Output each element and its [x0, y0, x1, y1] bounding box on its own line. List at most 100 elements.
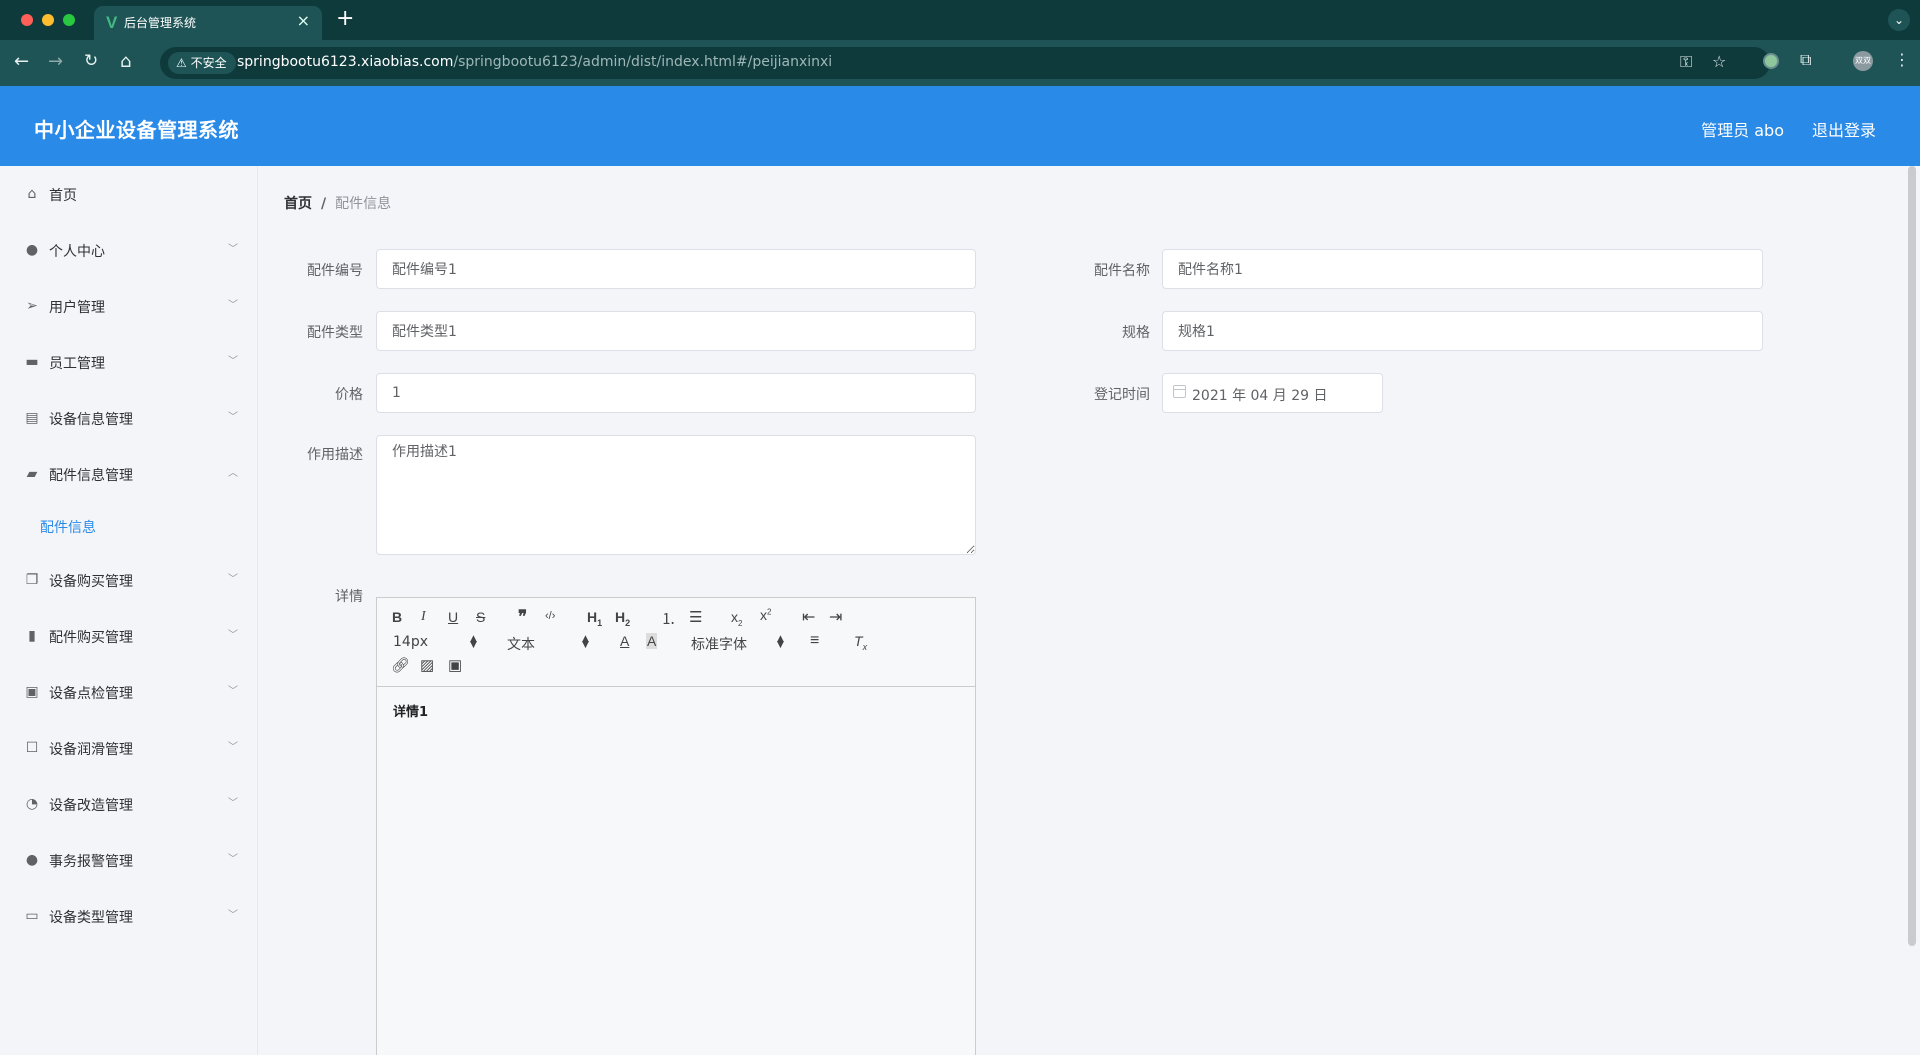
sidebar-item-label: 设备购买管理 [49, 574, 133, 590]
sidebar-item-employee-management[interactable]: ▬ 员工管理 ﹀ [0, 343, 258, 383]
ordered-list-icon[interactable]: ⒈ [661, 608, 676, 629]
price-input[interactable] [376, 373, 976, 413]
chevron-down-icon: ﹀ [228, 686, 238, 697]
heading-2-icon[interactable]: H2 [615, 609, 630, 628]
sidebar-item-personal-center[interactable]: ● 个人中心 ﹀ [0, 231, 258, 271]
sidebar-item-user-management[interactable]: ➢ 用户管理 ﹀ [0, 287, 258, 327]
date-label: 登记时间 [1094, 387, 1150, 403]
superscript-icon[interactable]: x2 [760, 607, 771, 623]
align-icon[interactable]: ≡ [810, 632, 819, 650]
sidebar-item-home[interactable]: ⌂ 首页 [0, 175, 258, 215]
sidebar-item-device-modification[interactable]: ◔ 设备改造管理 ﹀ [0, 785, 258, 825]
name-label: 配件名称 [1094, 263, 1150, 279]
sidebar-item-device-inspection[interactable]: ▣ 设备点检管理 ﹀ [0, 673, 258, 713]
back-icon[interactable]: ← [14, 51, 29, 72]
chat-icon: ☐ [25, 740, 39, 756]
url-text[interactable]: springbootu6123.xiaobias.com/springbootu… [237, 54, 832, 70]
calendar-icon [1173, 385, 1186, 398]
image-icon[interactable]: ▨ [420, 656, 434, 674]
link-icon[interactable]: 🔗︎ [391, 656, 410, 674]
sidebar-item-label: 首页 [49, 188, 77, 204]
blockquote-icon[interactable]: ❞ [518, 607, 527, 627]
breadcrumb: 首页 / 配件信息 [284, 193, 391, 213]
page-scrollbar[interactable] [1908, 166, 1916, 946]
close-window-button[interactable] [21, 14, 33, 26]
sidebar-item-parts-info[interactable]: ▰ 配件信息管理 ︿ [0, 455, 258, 495]
strikethrough-icon[interactable]: S [476, 609, 485, 625]
browser-tab-bar: V 后台管理系统 × + ⌄ [0, 0, 1920, 40]
key-icon[interactable]: ⚿ [1680, 52, 1692, 72]
card-icon: ▭ [25, 908, 39, 924]
price-label: 价格 [335, 387, 363, 403]
profile-avatar-icon[interactable]: 双双 [1853, 51, 1873, 71]
font-size-select[interactable]: 14px [393, 634, 428, 650]
subscript-icon[interactable]: x2 [731, 609, 742, 628]
extension-circle-icon[interactable] [1763, 53, 1779, 69]
address-bar[interactable]: ⚠ 不安全 springbootu6123.xiaobias.com/sprin… [160, 47, 1770, 79]
star-icon[interactable]: ☆ [1712, 52, 1726, 71]
insecure-badge[interactable]: ⚠ 不安全 [168, 52, 236, 74]
sidebar-item-parts-purchase[interactable]: ▮ 配件购买管理 ﹀ [0, 617, 258, 657]
new-tab-icon[interactable]: + [336, 6, 354, 31]
spec-label: 规格 [1122, 325, 1150, 341]
sidebar-item-label: 设备类型管理 [49, 910, 133, 926]
outdent-icon[interactable]: ⇤ [802, 607, 815, 627]
breadcrumb-separator: / [321, 196, 327, 212]
home-icon[interactable]: ⌂ [120, 51, 131, 72]
breadcrumb-home[interactable]: 首页 [284, 196, 312, 212]
background-color-icon[interactable]: A [646, 633, 658, 649]
logout-button[interactable]: 退出登录 [1812, 117, 1876, 141]
clear-format-icon[interactable]: Tx [854, 633, 867, 652]
sidebar-item-device-info[interactable]: ▤ 设备信息管理 ﹀ [0, 399, 258, 439]
bullet-list-icon[interactable]: ☰ [689, 608, 702, 626]
close-tab-icon[interactable]: × [297, 11, 310, 30]
chevron-down-icon: ﹀ [228, 244, 238, 255]
chevron-down-icon: ﹀ [228, 742, 238, 753]
checklist-icon: ▣ [25, 684, 39, 700]
url-host: springbootu6123.xiaobias.com [237, 54, 454, 70]
home-icon: ⌂ [27, 186, 37, 202]
tab-search-icon[interactable]: ⌄ [1888, 9, 1910, 31]
extensions-icon[interactable]: ⧉ [1800, 50, 1811, 70]
editor-content[interactable]: 详情1 [393, 701, 428, 720]
type-input[interactable] [376, 311, 976, 351]
text-color-icon[interactable]: A [620, 633, 629, 649]
sidebar-item-device-lubrication[interactable]: ☐ 设备润滑管理 ﹀ [0, 729, 258, 769]
maximize-window-button[interactable] [63, 14, 75, 26]
sidebar-item-alarm-management[interactable]: ● 事务报警管理 ﹀ [0, 841, 258, 881]
date-picker[interactable]: 2021 年 04 月 29 日 [1162, 373, 1383, 413]
sidebar-item-label: 用户管理 [49, 300, 105, 316]
description-textarea[interactable]: 作用描述1 [376, 435, 976, 555]
header-select[interactable]: 文本 [507, 634, 535, 654]
sidebar-item-device-type[interactable]: ▭ 设备类型管理 ﹀ [0, 897, 258, 937]
date-value: 2021 年 04 月 29 日 [1192, 388, 1328, 404]
chevron-down-icon: ﹀ [228, 412, 238, 423]
select-caret-icon: ▲ ▼ [777, 634, 784, 650]
video-icon[interactable]: ▣ [448, 656, 462, 674]
wallet-icon: ▰ [26, 466, 38, 482]
sidebar-item-label: 配件信息管理 [49, 468, 133, 484]
browser-tab[interactable]: V 后台管理系统 × [94, 6, 322, 40]
minimize-window-button[interactable] [42, 14, 54, 26]
reload-icon[interactable]: ↻ [84, 51, 98, 71]
chevron-down-icon: ﹀ [228, 630, 238, 641]
menu-icon[interactable]: ⋮ [1894, 50, 1910, 69]
sidebar-subitem-parts-info[interactable]: 配件信息 [0, 507, 258, 547]
type-label: 配件类型 [307, 325, 363, 341]
heading-1-icon[interactable]: H1 [587, 609, 602, 628]
name-input[interactable] [1162, 249, 1763, 289]
code-input[interactable] [376, 249, 976, 289]
italic-icon[interactable]: I [421, 609, 426, 625]
app-title: 中小企业设备管理系统 [34, 118, 239, 142]
forward-icon[interactable]: → [48, 51, 63, 72]
bold-icon[interactable]: B [392, 609, 402, 625]
indent-icon[interactable]: ⇥ [829, 607, 842, 627]
breadcrumb-current: 配件信息 [335, 196, 392, 212]
code-block-icon[interactable]: ‹/› [545, 610, 555, 622]
detail-label: 详情 [335, 589, 363, 605]
sidebar-item-device-purchase[interactable]: ❐ 设备购买管理 ﹀ [0, 561, 258, 601]
font-family-select[interactable]: 标准字体 [691, 634, 747, 654]
spec-input[interactable] [1162, 311, 1763, 351]
sidebar-item-label: 事务报警管理 [49, 854, 133, 870]
underline-icon[interactable]: U [448, 609, 458, 625]
